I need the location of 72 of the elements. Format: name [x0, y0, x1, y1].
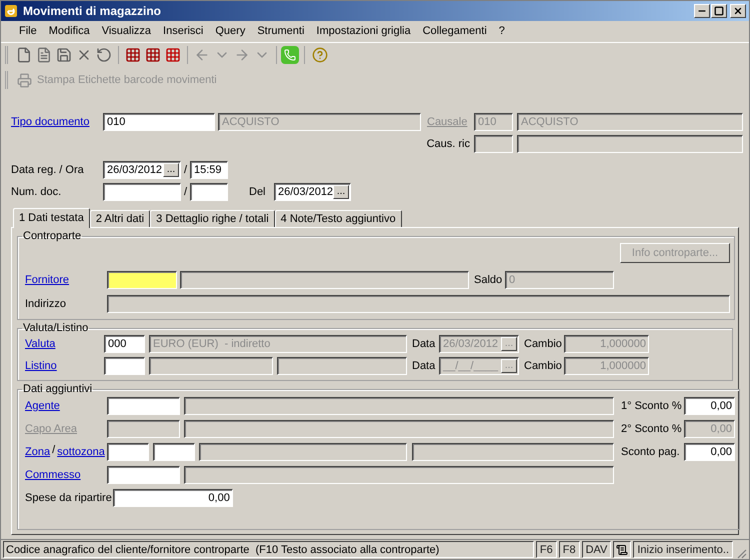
input-field[interactable] — [107, 466, 180, 484]
menu-item[interactable]: Impostazioni griglia — [310, 23, 417, 40]
resize-grip-icon[interactable] — [735, 547, 747, 559]
input-field[interactable]: 0,00 — [684, 397, 735, 415]
status-cell: Inizio inserimento.. — [633, 541, 734, 558]
menu-item[interactable]: Inserisci — [157, 23, 210, 40]
separator-label: / — [182, 162, 188, 178]
minimize-icon[interactable] — [694, 4, 710, 18]
field-link[interactable]: Fornitore — [25, 272, 107, 288]
printer-icon — [17, 72, 32, 88]
input-field[interactable]: 000 — [104, 335, 145, 353]
input-field[interactable] — [107, 397, 180, 415]
field-label: Num. doc. — [11, 184, 62, 200]
field-label: Cambio — [524, 358, 563, 374]
field-label: Spese da ripartire — [25, 490, 112, 506]
date-field[interactable]: 26/03/2012 ... — [103, 161, 181, 179]
tab[interactable]: 1 Dati testata — [13, 208, 90, 228]
menu-item[interactable]: Query — [209, 23, 252, 40]
notes-icon[interactable] — [613, 541, 632, 558]
input-field[interactable]: 0,00 — [684, 443, 735, 461]
field-label: Del — [249, 184, 267, 200]
group-title: Valuta/Listino — [22, 322, 90, 334]
field-label: 1° Sconto % — [621, 398, 683, 414]
close-icon[interactable] — [730, 4, 746, 18]
menu-item[interactable]: Strumenti — [251, 23, 310, 40]
input-field[interactable]: 0,00 — [112, 489, 233, 507]
input-field[interactable] — [107, 443, 149, 461]
field-label: Saldo — [474, 272, 504, 288]
menu-item[interactable]: ? — [492, 23, 511, 40]
menu-item[interactable]: Visualizza — [96, 23, 158, 40]
field-link[interactable]: Zona — [25, 444, 50, 460]
field-label: Sconto pag. — [621, 444, 681, 460]
input-field[interactable]: 010 — [103, 113, 215, 131]
input-field[interactable] — [103, 183, 181, 201]
field-link[interactable]: Agente — [25, 398, 107, 414]
field-link[interactable]: sottozona — [57, 444, 105, 460]
maximize-icon[interactable] — [711, 4, 727, 18]
browse-button[interactable]: ... — [333, 185, 349, 199]
group-title: Controparte — [22, 230, 82, 242]
field-label: Cambio — [524, 336, 563, 352]
field-label: Data — [412, 336, 436, 352]
menu-item[interactable]: File — [13, 23, 43, 40]
field-label: 2° Sconto % — [621, 422, 683, 437]
date-field[interactable]: 26/03/2012 ... — [274, 183, 351, 201]
input-field[interactable] — [190, 183, 228, 201]
tab[interactable]: 2 Altri dati — [90, 210, 150, 227]
separator-label: / — [182, 184, 188, 200]
status-cell: DAV — [582, 541, 612, 558]
status-message: Codice anagrafico del cliente/fornitore controparte (F10 Testo associato alla controparte) — [3, 541, 534, 558]
app-icon — [4, 4, 18, 18]
group-title: Dati aggiuntivi — [22, 383, 94, 395]
field-label: Indirizzo — [25, 296, 67, 312]
separator-label: / — [52, 442, 56, 458]
field-label: Caus. ric — [426, 136, 471, 152]
browse-button[interactable]: ... — [163, 163, 179, 177]
field-label: Data reg. / Ora — [11, 162, 85, 178]
input-field[interactable] — [153, 443, 195, 461]
window-title: Movimenti di magazzino — [23, 3, 162, 20]
tab[interactable]: 3 Dettaglio righe / totali — [150, 210, 275, 227]
input-field[interactable] — [104, 357, 145, 375]
field-link[interactable]: Valuta — [25, 336, 104, 352]
field-label: Data — [412, 358, 436, 374]
menu-item[interactable]: Collegamenti — [416, 23, 493, 40]
field-link[interactable]: Tipo documento — [11, 114, 103, 130]
status-cell: F6 — [536, 541, 557, 558]
field-link[interactable]: Commesso — [25, 466, 107, 484]
field-link[interactable]: Listino — [25, 358, 104, 374]
input-field[interactable] — [107, 271, 177, 289]
tab[interactable]: 4 Note/Testo aggiuntivo — [274, 210, 402, 227]
menu-item[interactable]: Modifica — [42, 23, 96, 40]
time-field[interactable]: 15:59 — [190, 161, 228, 179]
status-cell: F8 — [558, 541, 580, 558]
